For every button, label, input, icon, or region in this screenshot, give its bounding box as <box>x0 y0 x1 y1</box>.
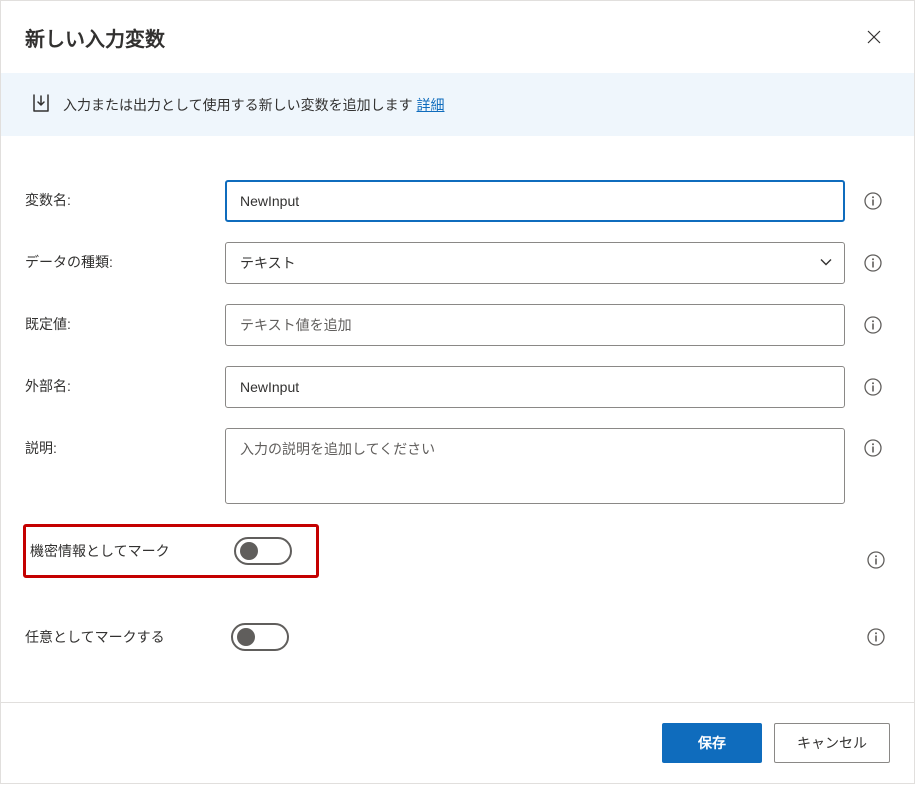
row-mark-optional: 任意としてマークする <box>25 616 890 658</box>
row-description: 説明: <box>25 428 890 504</box>
label-data-type: データの種類: <box>25 242 225 272</box>
toggle-mark-optional[interactable] <box>231 623 289 651</box>
dialog-title: 新しい入力変数 <box>25 23 165 52</box>
info-icon <box>864 439 882 457</box>
info-icon <box>867 551 885 569</box>
row-default-value: 既定値: <box>25 304 890 346</box>
info-button-default-value[interactable] <box>859 311 887 339</box>
details-link[interactable]: 詳細 <box>416 97 444 113</box>
row-data-type: データの種類: <box>25 242 890 284</box>
info-button-variable-name[interactable] <box>859 187 887 215</box>
import-icon <box>31 93 51 116</box>
label-variable-name: 変数名: <box>25 180 225 210</box>
info-icon <box>864 378 882 396</box>
info-button-description[interactable] <box>859 434 887 462</box>
info-button-data-type[interactable] <box>859 249 887 277</box>
new-input-variable-dialog: 新しい入力変数 入力または出力として使用する新しい変数を追加します 詳細 変数名… <box>0 0 915 784</box>
info-icon <box>864 192 882 210</box>
cancel-button[interactable]: キャンセル <box>774 723 890 763</box>
info-icon <box>867 628 885 646</box>
close-button[interactable] <box>858 21 890 53</box>
info-icon <box>864 316 882 334</box>
label-mark-sensitive: 機密情報としてマーク <box>26 541 234 561</box>
row-variable-name: 変数名: <box>25 180 890 222</box>
label-mark-optional: 任意としてマークする <box>25 627 231 647</box>
info-button-external-name[interactable] <box>859 373 887 401</box>
description-textarea[interactable] <box>225 428 845 504</box>
data-type-select[interactable] <box>225 242 845 284</box>
close-icon <box>867 30 881 44</box>
banner-text: 入力または出力として使用する新しい変数を追加します 詳細 <box>63 95 444 115</box>
banner-message: 入力または出力として使用する新しい変数を追加します <box>63 97 413 113</box>
default-value-input[interactable] <box>225 304 845 346</box>
info-button-mark-optional[interactable] <box>862 623 890 651</box>
row-mark-sensitive: 機密情報としてマーク <box>25 524 890 596</box>
info-banner: 入力または出力として使用する新しい変数を追加します 詳細 <box>1 73 914 136</box>
save-button[interactable]: 保存 <box>662 723 762 763</box>
variable-name-input[interactable] <box>225 180 845 222</box>
label-description: 説明: <box>25 428 225 458</box>
label-external-name: 外部名: <box>25 366 225 396</box>
dialog-header: 新しい入力変数 <box>1 1 914 73</box>
label-default-value: 既定値: <box>25 304 225 334</box>
form-body: 変数名: データの種類: <box>1 136 914 702</box>
highlight-mark-sensitive: 機密情報としてマーク <box>23 524 319 578</box>
external-name-input[interactable] <box>225 366 845 408</box>
toggle-mark-sensitive[interactable] <box>234 537 292 565</box>
row-external-name: 外部名: <box>25 366 890 408</box>
info-icon <box>864 254 882 272</box>
dialog-footer: 保存 キャンセル <box>1 702 914 783</box>
info-button-mark-sensitive[interactable] <box>862 546 890 574</box>
